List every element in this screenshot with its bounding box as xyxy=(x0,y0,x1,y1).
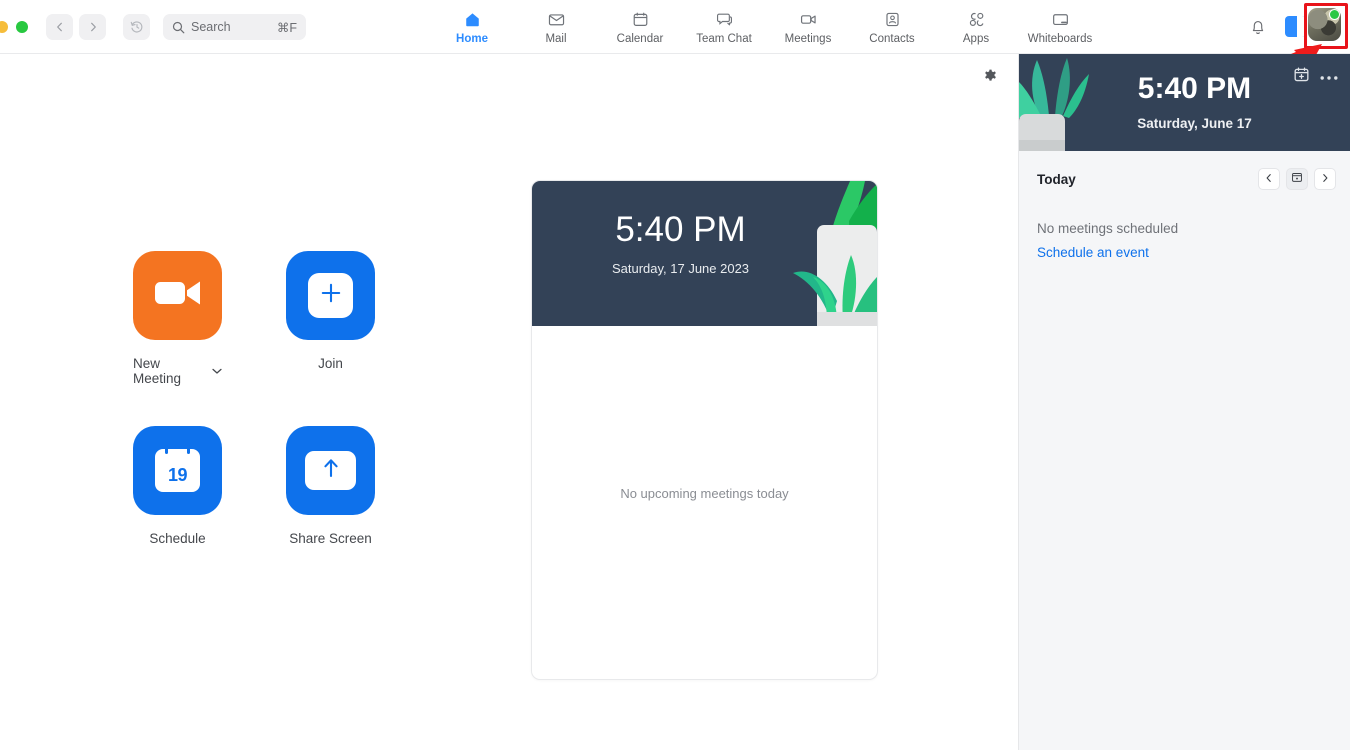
video-camera-icon xyxy=(799,8,818,30)
quick-actions-grid: New Meeting Join 19 Schedule Share Scree… xyxy=(133,251,439,601)
panel-today-button[interactable] xyxy=(1286,168,1308,190)
join-chip xyxy=(308,273,353,318)
tab-whiteboards[interactable]: Whiteboards xyxy=(1018,0,1102,54)
calendar-ring-left xyxy=(165,445,168,454)
share-screen-label-row: Share Screen xyxy=(286,531,375,546)
schedule-tile[interactable]: 19 xyxy=(133,426,222,515)
search-icon xyxy=(172,21,185,34)
join-label: Join xyxy=(318,356,343,371)
upcoming-meetings-card: 5:40 PM Saturday, 17 June 2023 No upcomi… xyxy=(531,180,878,680)
chevron-right-icon xyxy=(87,21,99,33)
panel-time: 5:40 PM xyxy=(1137,72,1252,105)
history-button[interactable] xyxy=(123,14,150,40)
mail-envelope-icon xyxy=(547,8,566,30)
card-time: 5:40 PM xyxy=(615,210,746,249)
tab-mail[interactable]: Mail xyxy=(514,0,598,54)
chevron-right-icon xyxy=(1320,170,1330,188)
chevron-left-icon xyxy=(54,21,66,33)
back-button[interactable] xyxy=(46,14,73,40)
home-icon xyxy=(463,8,482,30)
tab-home[interactable]: Home xyxy=(430,0,514,54)
tab-apps-label: Apps xyxy=(962,33,990,45)
tab-meetings-label: Meetings xyxy=(784,33,832,45)
share-screen-chip xyxy=(305,451,356,490)
card-date: Saturday, 17 June 2023 xyxy=(611,261,750,276)
calendar-today-icon xyxy=(1291,170,1303,188)
tab-apps[interactable]: Apps xyxy=(934,0,1018,54)
history-clock-icon xyxy=(130,20,144,34)
calendar-icon xyxy=(631,8,650,30)
panel-today-title: Today xyxy=(1037,171,1076,187)
search-shortcut-hint: ⌘F xyxy=(276,20,297,35)
new-meeting-label: New Meeting xyxy=(133,356,182,386)
notifications-button[interactable] xyxy=(1248,16,1268,42)
calendar-19-icon: 19 xyxy=(155,445,200,492)
share-screen-action[interactable]: Share Screen xyxy=(286,426,416,601)
new-meeting-tile[interactable] xyxy=(133,251,222,340)
settings-button[interactable] xyxy=(983,69,998,89)
home-main-content: New Meeting Join 19 Schedule Share Scree… xyxy=(0,54,1018,750)
chevron-down-icon[interactable] xyxy=(212,368,222,375)
card-hero-banner: 5:40 PM Saturday, 17 June 2023 xyxy=(532,181,877,326)
notification-bell-icon xyxy=(1248,21,1268,41)
tab-meetings[interactable]: Meetings xyxy=(766,0,850,54)
chat-bubbles-icon xyxy=(715,8,734,30)
video-camera-icon xyxy=(154,278,201,313)
window-titlebar: Search ⌘F Home Mail Calendar Team Chat M… xyxy=(0,0,1350,54)
tab-mail-label: Mail xyxy=(545,33,567,45)
tab-calendar[interactable]: Calendar xyxy=(598,0,682,54)
new-meeting-label-row: New Meeting xyxy=(133,356,222,386)
tab-contacts-label: Contacts xyxy=(869,33,915,45)
panel-date: Saturday, June 17 xyxy=(1137,116,1252,131)
window-maximize-button[interactable] xyxy=(16,21,28,33)
tab-calendar-label: Calendar xyxy=(616,33,664,45)
right-sidebar-panel: 5:40 PM Saturday, June 17 Today No meeti… xyxy=(1018,54,1350,750)
window-minimize-button[interactable] xyxy=(0,21,8,33)
card-body: No upcoming meetings today xyxy=(532,326,877,679)
tab-contacts[interactable]: Contacts xyxy=(850,0,934,54)
panel-next-day-button[interactable] xyxy=(1314,168,1336,190)
status-badge-available xyxy=(1329,9,1340,20)
gear-icon xyxy=(983,69,998,88)
share-screen-tile[interactable] xyxy=(286,426,375,515)
right-panel-toggle-button[interactable] xyxy=(1285,16,1306,37)
card-empty-message: No upcoming meetings today xyxy=(620,486,789,501)
avatar xyxy=(1308,8,1341,41)
search-placeholder: Search xyxy=(191,20,231,34)
main-nav-tabs: Home Mail Calendar Team Chat Meetings Co… xyxy=(430,0,1102,54)
contact-person-icon xyxy=(883,8,902,30)
panel-today-header: Today xyxy=(1019,151,1350,207)
tab-team-chat[interactable]: Team Chat xyxy=(682,0,766,54)
window-traffic-lights xyxy=(0,21,28,33)
panel-hero-banner: 5:40 PM Saturday, June 17 xyxy=(1019,54,1350,151)
search-input[interactable]: Search ⌘F xyxy=(163,14,306,40)
join-label-row: Join xyxy=(286,356,375,371)
join-action[interactable]: Join xyxy=(286,251,416,426)
whiteboard-screen-icon xyxy=(1051,8,1070,30)
arrow-up-share-icon xyxy=(321,456,341,485)
tab-home-label: Home xyxy=(456,33,488,45)
schedule-day-number: 19 xyxy=(167,465,188,485)
tab-whiteboards-label: Whiteboards xyxy=(1027,33,1093,45)
share-screen-label: Share Screen xyxy=(289,531,372,546)
schedule-an-event-link[interactable]: Schedule an event xyxy=(1037,245,1332,260)
schedule-action[interactable]: 19 Schedule xyxy=(133,426,263,601)
panel-no-meetings-message: No meetings scheduled xyxy=(1037,221,1179,236)
panel-prev-day-button[interactable] xyxy=(1258,168,1280,190)
tab-team-chat-label: Team Chat xyxy=(696,33,752,45)
new-meeting-action[interactable]: New Meeting xyxy=(133,251,263,426)
calendar-ring-right xyxy=(187,445,190,454)
panel-date-nav-group xyxy=(1258,168,1336,190)
plus-icon xyxy=(319,281,343,310)
chevron-left-icon xyxy=(1264,170,1274,188)
apps-grid-icon xyxy=(967,8,986,30)
panel-empty-state: No meetings scheduled Schedule an event xyxy=(1019,207,1350,260)
user-avatar-button[interactable] xyxy=(1305,5,1344,44)
schedule-label: Schedule xyxy=(149,531,206,546)
plant-illustration xyxy=(1019,58,1089,151)
forward-button[interactable] xyxy=(79,14,106,40)
join-tile[interactable] xyxy=(286,251,375,340)
schedule-label-row: Schedule xyxy=(133,531,222,546)
plant-illustration xyxy=(793,181,877,326)
